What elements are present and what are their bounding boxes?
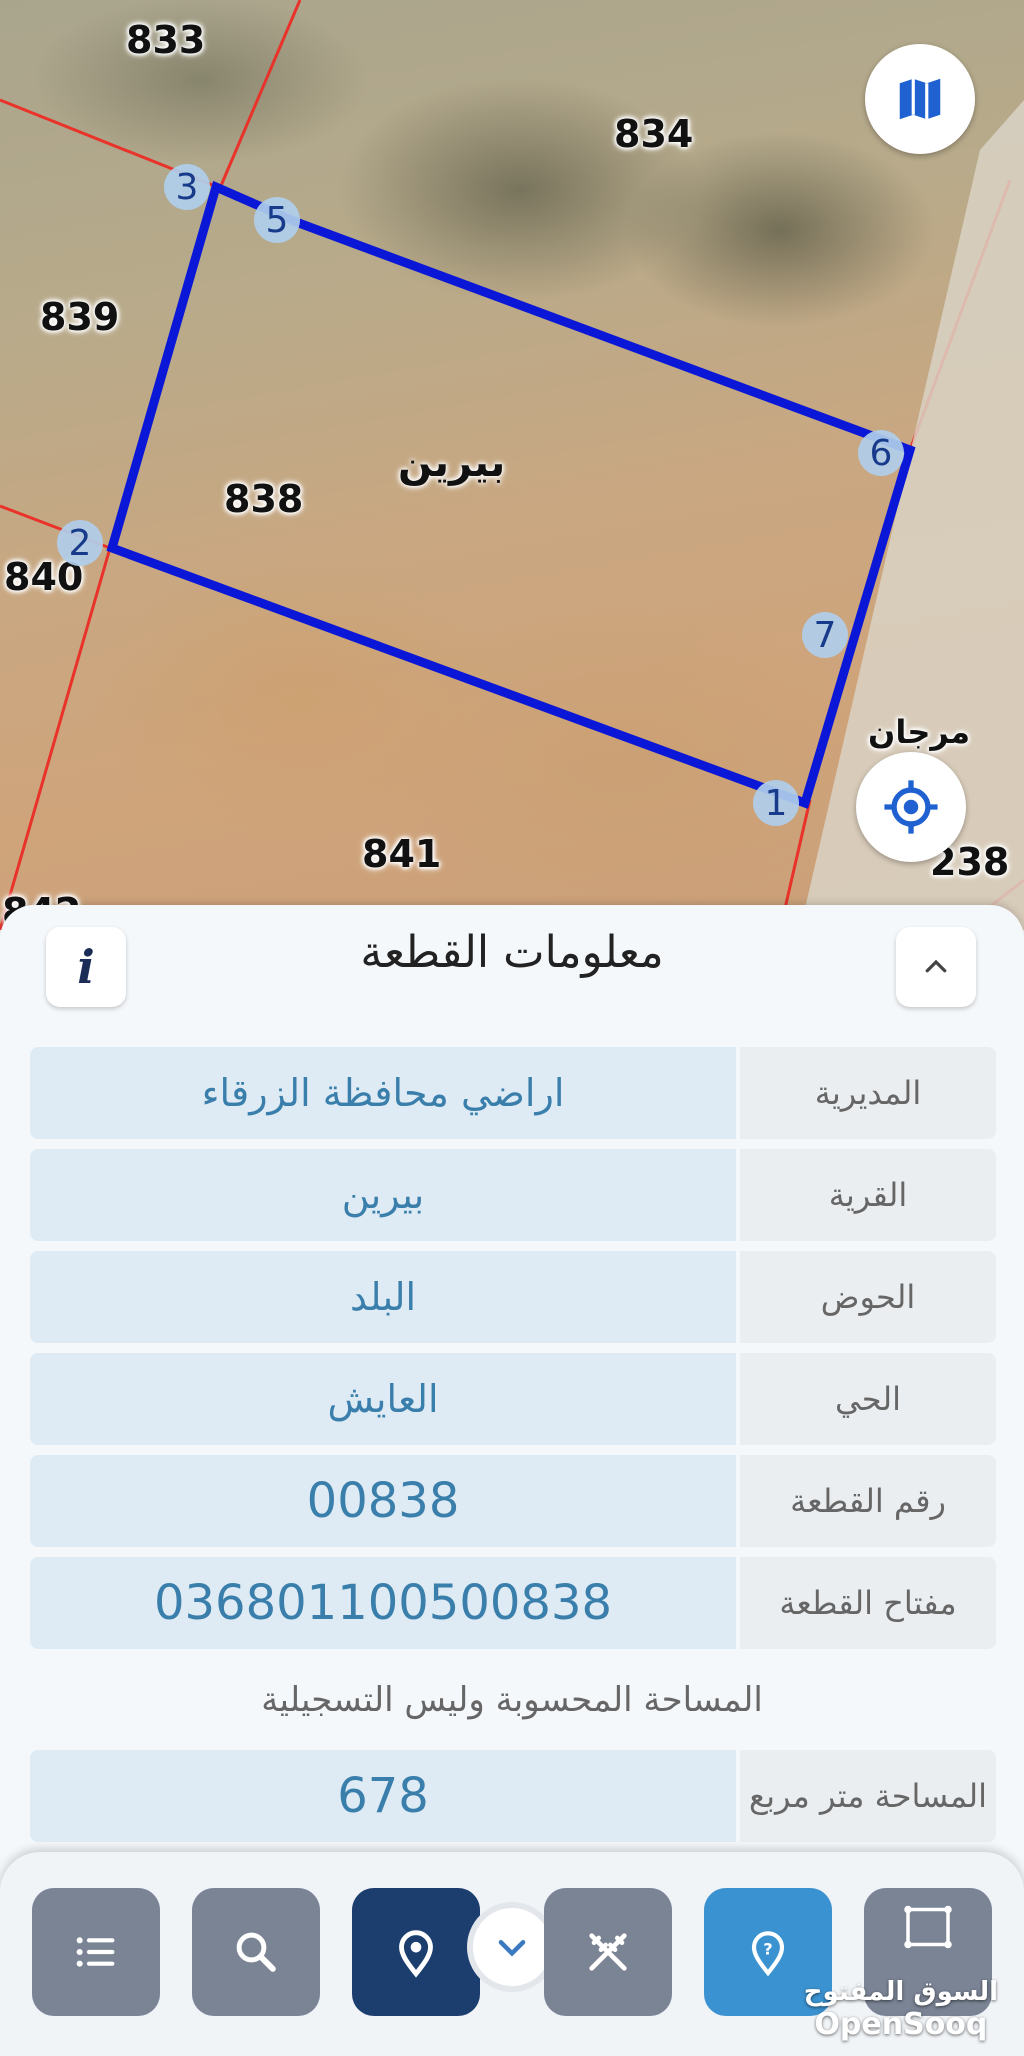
parcel-label-834: 834 [614,112,694,156]
table-row: اراضي محافظة الزرقاء المديرية [30,1047,996,1139]
watermark-english: OpenSooq [814,2007,988,2042]
parcel-label-839: 839 [40,295,120,339]
row-label-parcel-number: رقم القطعة [740,1455,996,1547]
row-label-neighborhood: الحي [740,1353,996,1445]
svg-text:?: ? [763,1939,772,1958]
map-layers-icon [899,78,941,120]
map-view[interactable]: 833 834 839 838 840 841 842 238 بيرين مر… [0,0,1024,930]
watermark-arabic: السوق المفتوح [803,1977,998,2007]
measure-button[interactable] [544,1888,672,2016]
chevron-down-icon [498,1940,526,1957]
row-label-directorate: المديرية [740,1047,996,1139]
search-button[interactable] [192,1888,320,2016]
map-layers-button[interactable] [865,44,975,154]
search-icon [236,1932,276,1972]
bottom-toolbar: ? السوق المفتوح OpenSooq [0,1852,1024,2056]
locate-me-button[interactable] [856,752,966,862]
vertex-7[interactable]: 7 [802,612,848,658]
collapse-panel-button[interactable] [896,927,976,1007]
parcel-label-838: 838 [224,477,304,521]
row-label-parcel-key: مفتاح القطعة [740,1557,996,1649]
chevron-up-icon [925,959,947,973]
crosshair-locate-icon [884,780,938,834]
vertex-6[interactable]: 6 [858,430,904,476]
row-value-parcel-key: 036801100500838 [30,1557,736,1649]
vertex-1[interactable]: 1 [753,780,799,826]
list-icon [76,1937,115,1967]
vertex-2[interactable]: 2 [57,520,103,566]
row-value-basin: البلد [30,1251,736,1343]
parcel-label-833: 833 [126,18,206,62]
draw-polygon-icon [904,1905,952,1949]
village-label: بيرين [398,440,506,486]
road-label: مرجان [868,713,971,751]
parcel-label-841: 841 [362,832,442,876]
row-label-village: القرية [740,1149,996,1241]
row-value-village: بيرين [30,1149,736,1241]
table-row: 678 المساحة متر مربع [30,1750,996,1842]
table-row: 00838 رقم القطعة [30,1455,996,1547]
location-button[interactable] [352,1888,480,2016]
help-icon: ? [751,1931,785,1977]
panel-header: i معلومات القطعة [0,905,1024,1015]
measure-ruler-icon [589,1933,627,1971]
table-row: بيرين القرية [30,1149,996,1241]
table-row: 036801100500838 مفتاح القطعة [30,1557,996,1649]
parcel-info-table: اراضي محافظة الزرقاء المديرية بيرين القر… [30,1047,996,1659]
row-value-area: 678 [30,1750,736,1842]
row-value-parcel-number: 00838 [30,1455,736,1547]
table-row: البلد الحوض [30,1251,996,1343]
row-label-area: المساحة متر مربع [740,1750,996,1842]
row-value-neighborhood: العايش [30,1353,736,1445]
vertex-5[interactable]: 5 [254,197,300,243]
table-row: العايش الحي [30,1353,996,1445]
list-button[interactable] [32,1888,160,2016]
area-table: 678 المساحة متر مربع [30,1750,996,1852]
panel-title: معلومات القطعة [360,927,664,978]
opensooq-watermark: السوق المفتوح OpenSooq [804,1977,998,2042]
row-value-directorate: اراضي محافظة الزرقاء [30,1047,736,1139]
row-label-basin: الحوض [740,1251,996,1343]
vertex-3[interactable]: 3 [164,164,210,210]
area-note: المساحة المحسوبة وليس التسجيلية [261,1680,763,1720]
location-pin-icon [399,1930,433,1978]
